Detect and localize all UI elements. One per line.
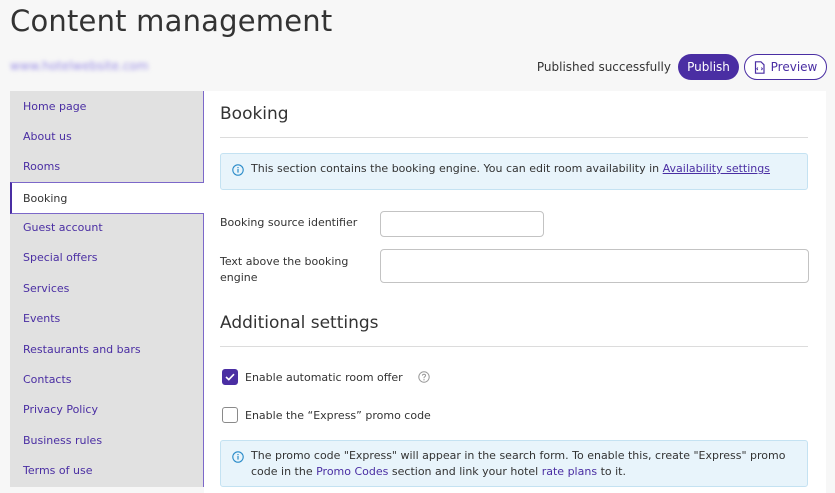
info-icon <box>232 451 244 463</box>
site-link[interactable]: www.hotelwebsite.com <box>10 59 148 73</box>
booking-source-label: Booking source identifier <box>220 216 358 229</box>
additional-divider <box>220 346 808 347</box>
auto-offer-label: Enable automatic room offer <box>245 370 403 384</box>
sidebar-item-guest-account[interactable]: Guest account <box>10 212 204 242</box>
sidebar: Home page About us Rooms Booking Guest a… <box>10 91 205 487</box>
preview-icon <box>754 60 765 74</box>
text-above-engine-input[interactable] <box>380 249 809 283</box>
sidebar-item-terms-of-use[interactable]: Terms of use <box>10 455 204 485</box>
page-title: Content management <box>10 4 333 38</box>
express-promo-label: Enable the “Express” promo code <box>245 408 431 422</box>
sidebar-item-rooms[interactable]: Rooms <box>10 151 204 181</box>
sidebar-item-business-rules[interactable]: Business rules <box>10 425 204 455</box>
promo-info-text-2: section and link your hotel <box>391 465 539 478</box>
section-title: Booking <box>220 104 289 124</box>
express-promo-row: Enable the “Express” promo code <box>222 406 431 424</box>
booking-info-text: This section contains the booking engine… <box>251 162 660 175</box>
auto-offer-checkbox[interactable] <box>222 369 238 385</box>
booking-source-input[interactable] <box>380 211 544 237</box>
publish-status: Published successfully <box>536 60 671 74</box>
checkmark-icon <box>225 373 235 381</box>
sidebar-item-events[interactable]: Events <box>10 303 204 333</box>
express-promo-checkbox[interactable] <box>222 407 238 423</box>
sidebar-item-contacts[interactable]: Contacts <box>10 364 204 394</box>
sidebar-item-booking[interactable]: Booking <box>10 182 205 214</box>
booking-info-box: This section contains the booking engine… <box>220 153 808 190</box>
availability-settings-link[interactable]: Availability settings <box>663 162 770 175</box>
sidebar-item-home-page[interactable]: Home page <box>10 91 204 121</box>
help-icon[interactable] <box>417 371 430 383</box>
sidebar-item-services[interactable]: Services <box>10 273 204 303</box>
publish-button[interactable]: Publish <box>678 54 739 80</box>
sidebar-item-special-offers[interactable]: Special offers <box>10 242 204 272</box>
auto-offer-row: Enable automatic room offer <box>222 368 430 386</box>
promo-codes-link[interactable]: Promo Codes <box>316 465 388 478</box>
preview-button[interactable]: Preview <box>744 54 827 80</box>
promo-info-box: The promo code "Express" will appear in … <box>220 440 808 487</box>
additional-settings-title: Additional settings <box>220 313 379 333</box>
preview-label: Preview <box>770 60 818 74</box>
sidebar-item-restaurants-and-bars[interactable]: Restaurants and bars <box>10 334 204 364</box>
sidebar-item-privacy-policy[interactable]: Privacy Policy <box>10 394 204 424</box>
rate-plans-link[interactable]: rate plans <box>542 465 597 478</box>
main-panel: Booking This section contains the bookin… <box>204 91 826 493</box>
promo-info-text-3: to it. <box>600 465 626 478</box>
info-icon <box>232 164 244 176</box>
text-above-engine-label: Text above the booking engine <box>220 255 349 284</box>
section-divider <box>220 137 808 138</box>
sidebar-item-about-us[interactable]: About us <box>10 121 204 151</box>
